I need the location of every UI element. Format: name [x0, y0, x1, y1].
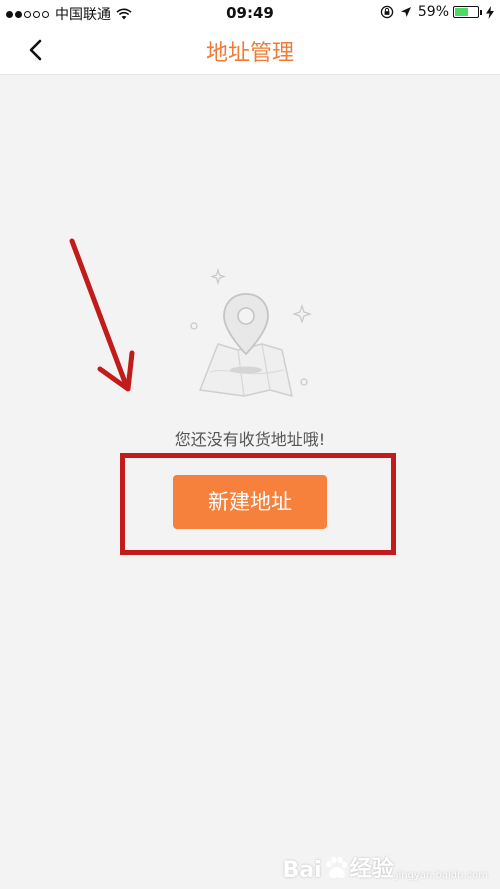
highlight-box — [120, 453, 396, 555]
charging-bolt-icon — [486, 5, 494, 19]
paw-logo-icon — [326, 856, 347, 879]
watermark-text-right: 经验 — [349, 857, 394, 882]
red-arrow-icon — [69, 238, 135, 392]
watermark-text-left: Bai — [282, 858, 322, 883]
battery-level-fill — [455, 8, 468, 16]
baidu-watermark: Bai 经验 jingyan.baidu.com — [283, 851, 488, 883]
location-arrow-icon — [400, 7, 411, 17]
battery-icon — [453, 6, 479, 18]
page-title: 地址管理 — [205, 41, 294, 66]
status-bar: 中国联通 09:49 59% — [0, 0, 500, 26]
map-pin-icon — [190, 267, 312, 397]
address-management-screen: 中国联通 09:49 59% 地址管理 您还没有收货地址哦! 新建地址 Bai … — [0, 0, 500, 889]
empty-message: 您还没有收货地址哦! — [174, 430, 326, 449]
nav-bar: 地址管理 — [0, 26, 500, 75]
watermark-subtext: jingyan.baidu.com — [395, 870, 488, 881]
battery-tip — [480, 9, 482, 15]
status-right: 59% — [374, 4, 494, 20]
orientation-lock-icon — [380, 5, 394, 19]
battery-percent: 59% — [417, 4, 449, 20]
